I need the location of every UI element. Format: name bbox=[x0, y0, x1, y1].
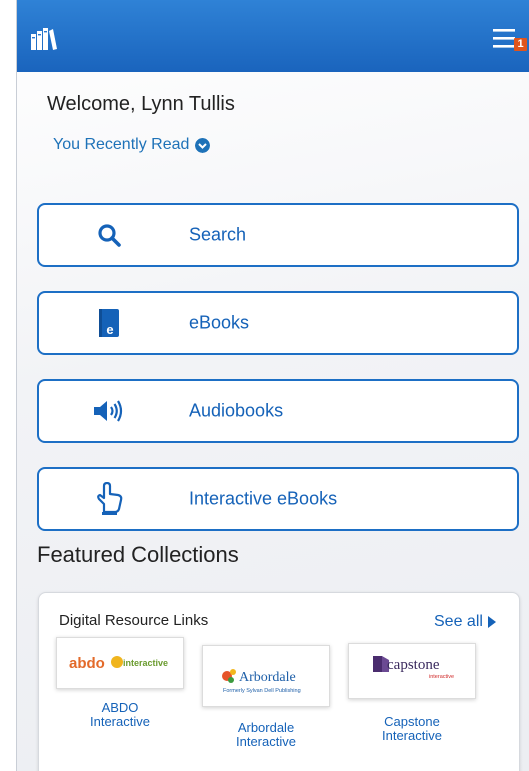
digital-resource-links-card: Digital Resource Links See all abdo inte… bbox=[38, 592, 520, 771]
caret-right-icon bbox=[487, 616, 496, 628]
search-button[interactable]: Search bbox=[37, 203, 519, 267]
chevron-down-circle-icon bbox=[195, 137, 211, 153]
featured-collections-heading: Featured Collections bbox=[37, 542, 239, 567]
library-books-logo-icon[interactable] bbox=[31, 28, 57, 50]
svg-text:interactive: interactive bbox=[429, 674, 454, 680]
abdo-label-line1: ABDO bbox=[101, 700, 139, 715]
audiobooks-button[interactable]: Audiobooks bbox=[37, 379, 519, 443]
svg-text:Arbordale: Arbordale bbox=[239, 670, 296, 685]
search-icon bbox=[98, 224, 121, 247]
app-frame: 1 Welcome, Lynn Tullis You Recently Read… bbox=[16, 0, 529, 771]
svg-text:capstone: capstone bbox=[387, 657, 440, 673]
audiobooks-label: Audiobooks bbox=[189, 400, 284, 421]
see-all-label: See all bbox=[434, 613, 483, 630]
recently-read-toggle[interactable]: You Recently Read bbox=[53, 136, 211, 154]
capstone-interactive-link[interactable]: Capstone Interactive bbox=[348, 715, 476, 743]
abdo-label-line2: Interactive bbox=[90, 714, 150, 729]
capstone-logo-tile[interactable]: capstone interactive bbox=[348, 643, 476, 699]
arbordale-label-line1: Arbordale bbox=[237, 720, 295, 735]
svg-text:interactive: interactive bbox=[123, 658, 168, 668]
arbordale-logo: Arbordale Formerly Sylvan Dell Publishin… bbox=[222, 669, 301, 694]
abdo-interactive-link[interactable]: ABDO Interactive bbox=[56, 701, 184, 729]
svg-text:e: e bbox=[106, 322, 113, 337]
recently-read-label: You Recently Read bbox=[53, 136, 190, 153]
ebooks-label: eBooks bbox=[189, 312, 250, 333]
svg-text:Formerly Sylvan Dell Publishin: Formerly Sylvan Dell Publishing bbox=[223, 688, 301, 694]
speaker-icon bbox=[94, 400, 123, 422]
abdo-interactive-logo: abdo interactive bbox=[69, 655, 168, 672]
ebooks-button[interactable]: e eBooks bbox=[37, 291, 519, 355]
arbordale-logo-tile[interactable]: Arbordale Formerly Sylvan Dell Publishin… bbox=[202, 645, 330, 707]
arbordale-interactive-link[interactable]: Arbordale Interactive bbox=[202, 721, 330, 749]
see-all-link[interactable]: See all bbox=[434, 613, 497, 631]
touch-hand-icon bbox=[97, 482, 123, 515]
capstone-label-line2: Interactive bbox=[382, 728, 442, 743]
top-bar: 1 bbox=[17, 0, 529, 72]
search-label: Search bbox=[189, 224, 247, 245]
notification-badge: 1 bbox=[514, 38, 527, 51]
svg-text:abdo: abdo bbox=[69, 655, 105, 672]
capstone-interactive-logo: capstone interactive bbox=[373, 656, 454, 680]
ebook-icon: e bbox=[99, 309, 119, 337]
welcome-heading: Welcome, Lynn Tullis bbox=[47, 93, 235, 115]
interactive-ebooks-label: Interactive eBooks bbox=[189, 488, 338, 509]
card-title: Digital Resource Links bbox=[59, 612, 209, 629]
interactive-ebooks-button[interactable]: Interactive eBooks bbox=[37, 467, 519, 531]
arbordale-label-line2: Interactive bbox=[236, 734, 296, 749]
capstone-label-line1: Capstone bbox=[384, 714, 440, 729]
abdo-logo-tile[interactable]: abdo interactive bbox=[56, 637, 184, 689]
